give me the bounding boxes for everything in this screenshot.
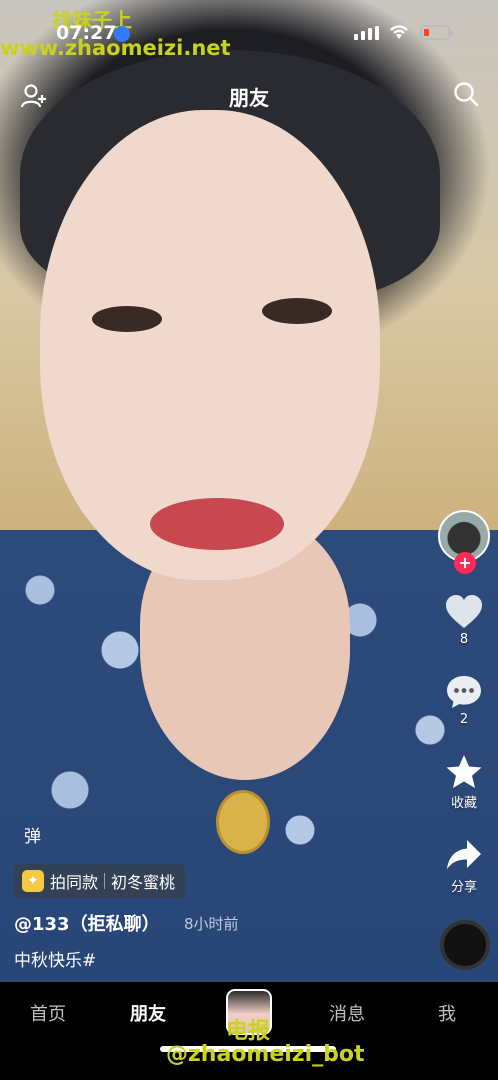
follow-button[interactable]: + (454, 552, 476, 574)
same-style-label: 拍同款 (50, 873, 99, 892)
page-title[interactable]: 朋友 (0, 82, 498, 111)
star-icon (446, 755, 482, 788)
watermark-bottom-line1: 电报 (226, 1019, 271, 1044)
same-style-name: 初冬蜜桃 (111, 873, 176, 892)
tag-divider (104, 873, 106, 889)
author-name[interactable]: @133（拒私聊） (14, 910, 160, 936)
music-disc-icon[interactable] (440, 920, 490, 970)
like-count: 8 (459, 632, 469, 647)
comment-icon (447, 676, 481, 708)
post-time: 8小时前 (184, 915, 239, 933)
tab-me[interactable]: 我 (438, 1000, 456, 1026)
sparkle-icon: ✦ (22, 870, 44, 892)
watermark-bottom-line2: @zhaomeizi_bot (166, 1042, 365, 1067)
cellular-signal-icon (354, 26, 379, 40)
danmu-toggle[interactable]: 弹 (24, 822, 41, 847)
tab-messages[interactable]: 消息 (329, 1000, 365, 1026)
share-arrow-icon (447, 840, 481, 869)
like-button[interactable]: 8 (436, 594, 492, 647)
status-time: 07:27 (56, 22, 117, 44)
share-button[interactable]: 分享 (436, 838, 492, 895)
wifi-icon (390, 25, 408, 39)
comment-button[interactable]: 2 (436, 674, 492, 727)
video-eye-left (92, 306, 162, 332)
heart-icon (446, 595, 482, 628)
comment-count: 2 (459, 712, 469, 727)
battery-icon (420, 25, 453, 40)
tab-home[interactable]: 首页 (30, 1000, 66, 1026)
favorite-label: 收藏 (450, 796, 477, 811)
search-icon[interactable] (452, 80, 480, 108)
favorite-button[interactable]: 收藏 (436, 754, 492, 811)
share-label: 分享 (450, 880, 477, 895)
location-arrow-icon (114, 26, 130, 42)
video-mouth (150, 498, 284, 550)
video-eye-right (262, 298, 332, 324)
video-pendant (216, 790, 270, 854)
tab-friends[interactable]: 朋友 (130, 1000, 166, 1026)
video-caption[interactable]: 中秋快乐# (14, 946, 96, 971)
same-style-tag[interactable]: ✦ 拍同款 初冬蜜桃 (14, 864, 186, 898)
video-player[interactable] (0, 0, 498, 982)
